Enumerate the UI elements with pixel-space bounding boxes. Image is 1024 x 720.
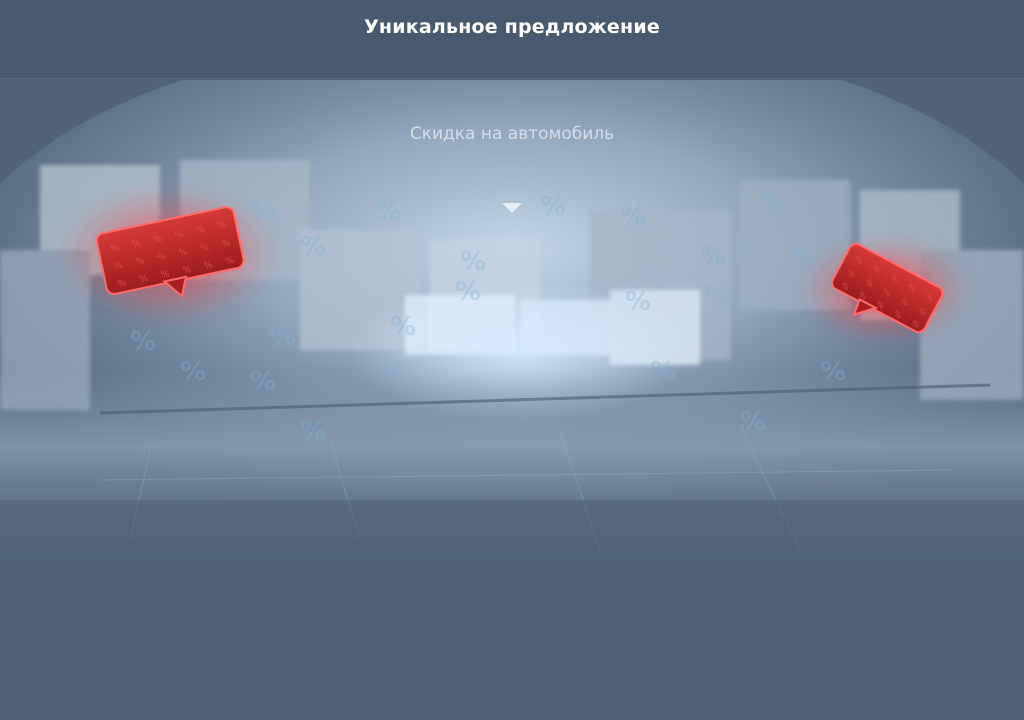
svg-text:%: % [700,242,726,272]
svg-text:%: % [740,407,766,437]
svg-text:%: % [620,202,646,232]
svg-text:%: % [460,247,486,277]
svg-text:%: % [625,287,651,317]
svg-text:%: % [270,322,296,352]
svg-text:%: % [650,357,676,387]
page-title: Уникальное предложение [364,16,660,38]
svg-text:%: % [375,197,401,227]
offer-title: Скидка на автомобиль [409,124,615,144]
header-bar: Уникальное предложение [0,0,1024,79]
chevron-down-icon[interactable] [501,201,523,215]
svg-text:%: % [130,327,156,357]
svg-text:%: % [455,277,481,307]
svg-text:%: % [300,232,326,262]
svg-text:%: % [390,312,416,342]
discount-tag-left: %%%%%% %%%%%% %%%%%% [58,185,278,325]
svg-text:%: % [180,357,206,387]
svg-text:%: % [380,357,406,387]
svg-text:%: % [820,357,846,387]
svg-text:%: % [540,192,566,222]
svg-text:%: % [705,282,731,312]
svg-text:%: % [300,417,326,447]
scene-illustration: % % % % % % % % % % % % % % % % % % % % [0,80,1024,580]
offer-scene: % % % % % % % % % % % % % % % % % % % % [0,80,1024,580]
svg-text:%: % [250,367,276,397]
svg-text:%: % [760,187,786,217]
offer-page: Уникальное предложение % % % % % % % % %… [0,0,1024,720]
